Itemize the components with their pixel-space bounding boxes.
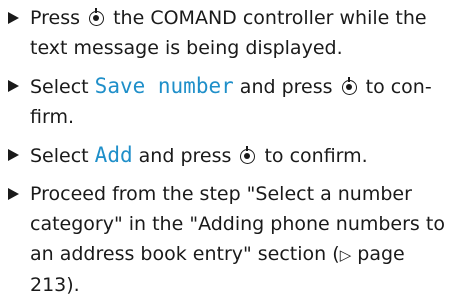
triangle-right-icon [8, 188, 19, 200]
ref-open: ( [332, 243, 340, 265]
page-ref-arrow-icon: ▷ [339, 246, 352, 264]
step-list: Press the COMAND controller while the te… [8, 3, 453, 300]
step-press-controller: Press the COMAND controller while the te… [8, 3, 453, 63]
press-controller-icon [341, 77, 357, 95]
press-controller-icon [89, 8, 105, 26]
ref-close: ). [66, 274, 80, 296]
step-proceed: Proceed from the step "Select a number c… [8, 179, 453, 300]
triangle-right-icon [8, 149, 19, 161]
step-3-post: to confirm. [264, 145, 368, 167]
step-add: Select Add and press to confirm. [8, 140, 453, 171]
menu-term-add: Add [94, 143, 133, 167]
triangle-right-icon [8, 80, 19, 92]
step-save-number: Select Save number and press to con- fir… [8, 71, 453, 132]
step-2-mid: and press [239, 76, 333, 98]
step-3-pre: Select [30, 145, 89, 167]
step-1-text-a: Press [30, 7, 81, 29]
instructions-page: Press the COMAND controller while the te… [0, 0, 459, 296]
press-controller-icon [240, 146, 256, 164]
triangle-right-icon [8, 12, 19, 24]
step-3-mid: and press [138, 145, 232, 167]
menu-term-save-number: Save number [94, 74, 234, 98]
step-2-pre: Select [30, 76, 89, 98]
